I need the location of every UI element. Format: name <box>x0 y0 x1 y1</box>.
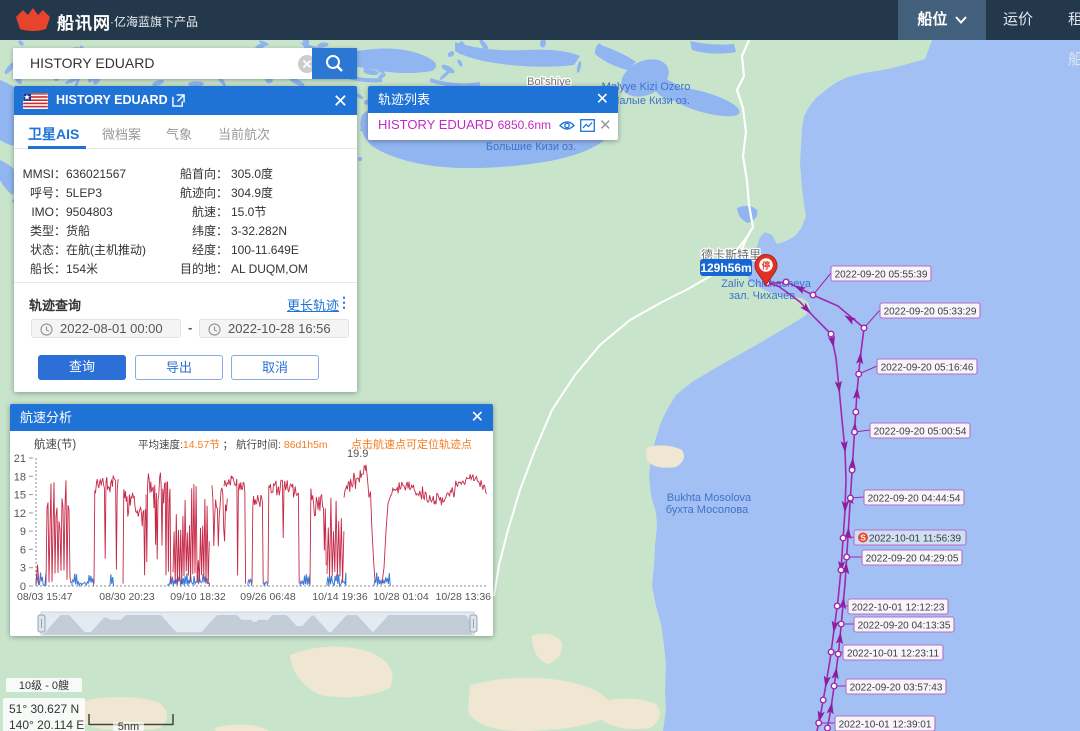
svg-text:19.9: 19.9 <box>347 448 368 460</box>
svg-text:бухта Мосолова: бухта Мосолова <box>666 504 749 516</box>
svg-text:2022-10-01 11:56:39: 2022-10-01 11:56:39 <box>869 534 962 545</box>
svg-text:15: 15 <box>14 490 26 502</box>
svg-text:09/26 06:48: 09/26 06:48 <box>240 591 296 603</box>
svg-text:08/03 15:47: 08/03 15:47 <box>17 591 73 603</box>
svg-text:2022-09-20 04:13:35: 2022-09-20 04:13:35 <box>858 621 951 632</box>
svg-text:Bukhta Mosolova: Bukhta Mosolova <box>667 492 752 504</box>
svg-text:点击航速点可定位轨迹点: 点击航速点可定位轨迹点 <box>351 437 472 451</box>
svg-text:10/14 19:36: 10/14 19:36 <box>312 591 368 603</box>
svg-text:18: 18 <box>14 471 26 483</box>
svg-text:6: 6 <box>20 544 26 556</box>
svg-text:09/10 18:32: 09/10 18:32 <box>170 591 226 603</box>
svg-text:2022-09-20 04:44:54: 2022-09-20 04:44:54 <box>868 494 961 505</box>
svg-text:2022-09-20 04:29:05: 2022-09-20 04:29:05 <box>866 554 959 565</box>
svg-text:08/30 20:23: 08/30 20:23 <box>99 591 155 603</box>
svg-text:2022-09-20 05:55:39: 2022-09-20 05:55:39 <box>835 270 928 281</box>
svg-text:10/28 13:36: 10/28 13:36 <box>436 591 492 603</box>
svg-text:2022-09-20 05:16:46: 2022-09-20 05:16:46 <box>881 363 974 374</box>
svg-text:10/28 01:04: 10/28 01:04 <box>373 591 429 603</box>
svg-text:Малые Кизи оз.: Малые Кизи оз. <box>610 95 690 107</box>
svg-text:9: 9 <box>20 526 26 538</box>
svg-text:2022-09-20 05:33:29: 2022-09-20 05:33:29 <box>884 307 977 318</box>
svg-text:2022-09-20 03:57:43: 2022-09-20 03:57:43 <box>850 683 943 694</box>
svg-text:2022-09-20 05:00:54: 2022-09-20 05:00:54 <box>874 427 967 438</box>
svg-text:S: S <box>860 534 866 543</box>
svg-text:21: 21 <box>14 453 26 465</box>
svg-text:航速(节): 航速(节) <box>34 437 76 451</box>
svg-text:Большие Кизи оз.: Большие Кизи оз. <box>486 141 576 153</box>
svg-text:129h56m: 129h56m <box>700 261 751 275</box>
svg-text:平均速度:14.57节 ； 航行时间: 86d1h5m: 平均速度:14.57节 ； 航行时间: 86d1h5m <box>138 438 328 451</box>
svg-text:停: 停 <box>762 261 771 271</box>
svg-text:3: 3 <box>20 563 26 575</box>
svg-text:12: 12 <box>14 508 26 520</box>
svg-text:2022-10-01 12:12:23: 2022-10-01 12:12:23 <box>852 603 945 614</box>
svg-text:2022-10-01 12:39:01: 2022-10-01 12:39:01 <box>839 720 932 731</box>
svg-text:2022-10-01 12:23:11: 2022-10-01 12:23:11 <box>847 649 940 660</box>
